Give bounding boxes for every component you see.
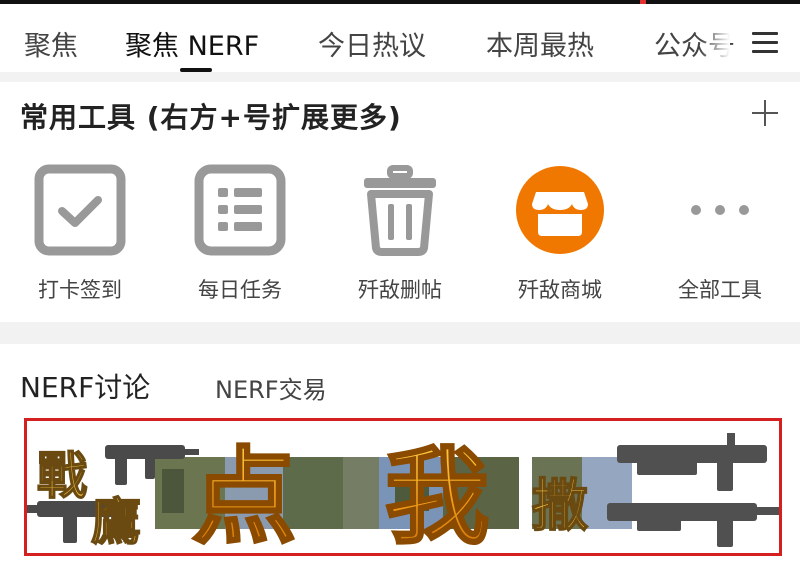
banner-char: 戰: [37, 446, 87, 505]
add-tool-button[interactable]: [750, 98, 780, 128]
nav-fade: [700, 8, 730, 68]
tool-label: 打卡签到: [38, 278, 122, 302]
banner-char: 鷹: [91, 492, 141, 551]
trash-icon: [364, 165, 436, 256]
tab-focus[interactable]: 聚焦: [24, 24, 78, 63]
promo-banner[interactable]: 戰 鷹 撒 点 我: [24, 418, 782, 556]
tool-delete-post[interactable]: 歼敌删帖: [320, 164, 480, 304]
tool-label: 歼敌商城: [518, 278, 602, 302]
tasks-icon: [194, 164, 286, 256]
tool-label: 全部工具: [678, 278, 762, 302]
more-icon: [691, 205, 749, 215]
menu-icon[interactable]: [752, 32, 778, 54]
tool-checkin[interactable]: 打卡签到: [0, 164, 160, 304]
banner-headline: 点: [192, 436, 296, 553]
tab-nerf-trade[interactable]: NERF交易: [215, 370, 327, 405]
tool-label: 歼敌删帖: [358, 278, 442, 302]
banner-headline: 我: [385, 436, 489, 553]
tool-store[interactable]: 歼敌商城: [480, 164, 640, 304]
tab-today-hot[interactable]: 今日热议: [318, 24, 426, 63]
forum-section: NERF讨论 NERF交易 戰 鷹 撒 点 我: [0, 344, 800, 574]
gun-right: [607, 433, 779, 547]
top-nav: 聚焦 聚焦 NERF 今日热议 本周最热 公众号: [0, 4, 800, 72]
store-icon: [516, 166, 604, 254]
tool-label: 每日任务: [198, 278, 282, 302]
banner-char: 撒: [532, 473, 588, 539]
tool-daily-tasks[interactable]: 每日任务: [160, 164, 320, 304]
tab-week-hot[interactable]: 本周最热: [486, 24, 594, 63]
tools-section: 常用工具 (右方+号扩展更多) 打卡签到 每日任务 歼敌删帖 歼敌商城 全部工具: [0, 82, 800, 322]
tab-focus-nerf[interactable]: 聚焦 NERF: [125, 24, 259, 63]
active-tab-indicator: [180, 68, 212, 72]
checkin-icon: [34, 164, 126, 256]
tab-nerf-discussion[interactable]: NERF讨论: [20, 366, 150, 406]
section-title: 常用工具 (右方+号扩展更多): [20, 101, 402, 134]
banner-graphic: 戰 鷹 撒 点 我: [27, 433, 779, 553]
tool-all[interactable]: 全部工具: [640, 164, 800, 304]
